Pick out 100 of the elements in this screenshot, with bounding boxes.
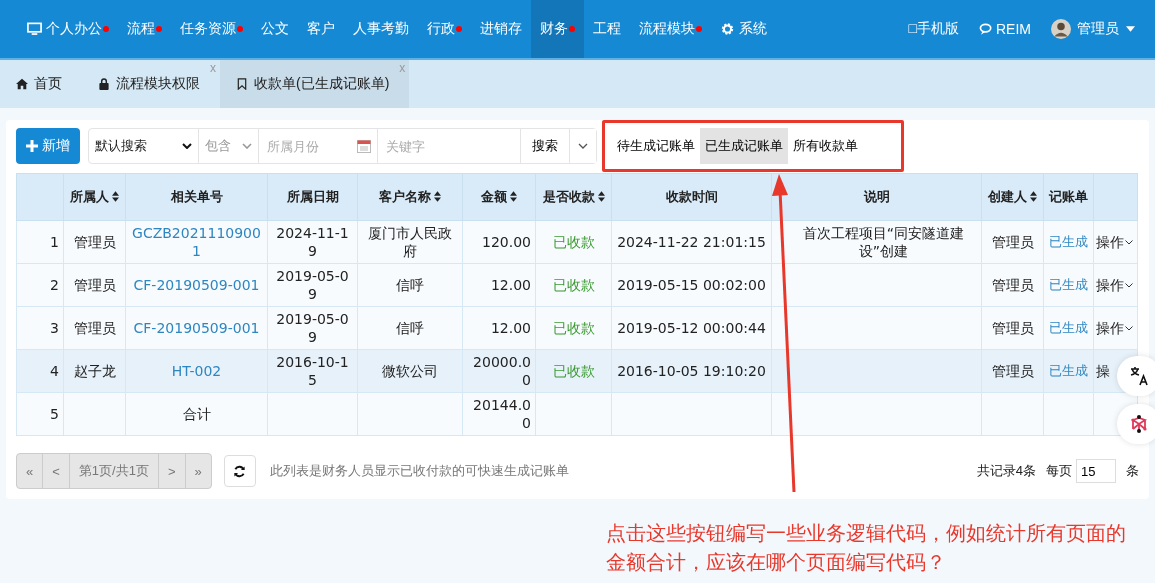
lock-icon bbox=[98, 78, 110, 90]
keyword-field[interactable]: 关键字 bbox=[384, 137, 514, 155]
table-cell: 2016-10-15 bbox=[276, 353, 349, 388]
nav-item[interactable]: 公文 bbox=[252, 0, 298, 58]
total-label: 合计 bbox=[182, 405, 211, 422]
chevron-icon bbox=[182, 143, 192, 149]
next-page-button[interactable]: > bbox=[158, 454, 186, 488]
match-select[interactable]: 包含 bbox=[199, 129, 259, 163]
table-cell: 管理员 bbox=[991, 276, 1034, 293]
column-header: 所属人 bbox=[70, 189, 109, 204]
table-cell: 管理员 bbox=[73, 233, 116, 250]
nav-item[interactable]: 流程 bbox=[118, 0, 171, 58]
table-cell: 120.00 bbox=[482, 233, 531, 250]
page-tab[interactable]: 首页 bbox=[0, 60, 82, 108]
search-type-select[interactable]: 默认搜索 bbox=[89, 129, 199, 163]
close-button[interactable]: x bbox=[399, 61, 406, 75]
column-header: 金额 bbox=[481, 189, 507, 204]
chat-icon bbox=[979, 22, 994, 36]
previous-page-button[interactable]: < bbox=[43, 454, 70, 488]
nav-item[interactable]: 任务资源 bbox=[171, 0, 252, 58]
table-cell: 信呼 bbox=[396, 319, 424, 336]
table-cell: 管理员 bbox=[991, 362, 1034, 379]
column-header: 相关单号 bbox=[170, 189, 223, 204]
table-cell: 2024-11-22 21:01:15 bbox=[617, 233, 766, 250]
nav-item[interactable]: 工程 bbox=[584, 0, 630, 58]
row-number: 5 bbox=[50, 405, 59, 422]
table-cell: 管理员 bbox=[991, 233, 1034, 250]
table-cell: 管理员 bbox=[73, 319, 116, 336]
reim-link[interactable]: REIM bbox=[979, 21, 1031, 37]
table-cell: 微软公司 bbox=[382, 362, 438, 379]
status-text: 已收款 bbox=[552, 362, 595, 379]
table-cell: 信呼 bbox=[396, 276, 424, 293]
row-number: 3 bbox=[50, 319, 59, 336]
bookmark-icon bbox=[236, 78, 248, 90]
status-text: 已收款 bbox=[552, 233, 595, 250]
sort-icon[interactable] bbox=[112, 191, 119, 202]
nav-item[interactable]: 系统 bbox=[711, 0, 776, 58]
monitor-icon bbox=[27, 22, 42, 36]
sort-icon[interactable] bbox=[1030, 191, 1037, 202]
avatar-icon bbox=[1051, 19, 1071, 39]
table-cell: 20000.00 bbox=[473, 353, 531, 388]
page-tab[interactable]: 收款单(已生成记账单) x bbox=[220, 60, 410, 108]
table-cell: 12.00 bbox=[490, 319, 531, 336]
nav-item[interactable]: 人事考勤 bbox=[344, 0, 418, 58]
page-tab[interactable]: 流程模块权限 x bbox=[82, 60, 220, 108]
nav-item[interactable]: 进销存 bbox=[471, 0, 531, 58]
nav-item[interactable]: 行政 bbox=[418, 0, 471, 58]
nav-item[interactable]: 个人办公 bbox=[18, 0, 118, 58]
list-description: 此列表是财务人员显示已收付款的可快速生成记账单 bbox=[269, 462, 569, 480]
refresh-icon bbox=[233, 464, 247, 478]
column-header: 说明 bbox=[863, 189, 890, 204]
nav-item[interactable]: 流程模块 bbox=[630, 0, 711, 58]
status-text: 已收款 bbox=[552, 319, 595, 336]
sort-icon[interactable] bbox=[597, 191, 605, 202]
column-header: 收款时间 bbox=[665, 189, 718, 204]
filter-button[interactable]: 已生成记账单 bbox=[700, 128, 788, 164]
refresh-button[interactable] bbox=[223, 455, 256, 487]
column-header: 所属日期 bbox=[286, 189, 339, 204]
table-cell: 2016-10-05 19:10:20 bbox=[617, 362, 766, 379]
column-header: 创建人 bbox=[988, 189, 1027, 204]
first-page-button[interactable]: « bbox=[17, 454, 44, 488]
settings-icon bbox=[720, 22, 735, 36]
record-count: 共记录4条 bbox=[976, 462, 1036, 480]
table-cell: 2019-05-15 00:02:00 bbox=[617, 276, 766, 293]
table-cell: 赵子龙 bbox=[73, 362, 116, 379]
page-size-label: 每页 bbox=[1046, 462, 1072, 480]
month-field[interactable]: 所属月份 bbox=[265, 137, 354, 155]
last-page-button[interactable]: » bbox=[185, 454, 211, 488]
page-indicator: 第1页/共1页 bbox=[69, 454, 159, 488]
page-size-unit: 条 bbox=[1126, 462, 1139, 480]
close-button[interactable]: x bbox=[210, 61, 216, 75]
table-cell: 12.00 bbox=[490, 276, 531, 293]
calendar-icon[interactable] bbox=[357, 139, 371, 153]
home-icon bbox=[16, 78, 28, 90]
nav-item[interactable]: 客户 bbox=[298, 0, 344, 58]
user-menu[interactable]: 管理员 bbox=[1051, 19, 1135, 39]
table-cell: 2024-11-19 bbox=[276, 224, 349, 259]
column-header: 记账单 bbox=[1049, 189, 1088, 204]
table-cell: 2019-05-12 00:00:44 bbox=[617, 319, 766, 336]
page-size-field[interactable]: 15 bbox=[1076, 459, 1116, 483]
actions-dropdown[interactable]: 操 bbox=[1096, 361, 1110, 381]
nav-item[interactable]: 财务 bbox=[531, 0, 584, 58]
annotation-text: 点击这些按钮编写一些业务逻辑代码，例如统计所有页面的金额合计，应该在哪个页面编写代码？ bbox=[606, 521, 1127, 575]
table-cell: 管理员 bbox=[991, 319, 1034, 336]
table-cell: 2019-05-09 bbox=[276, 310, 349, 345]
total-amount: 20144.00 bbox=[473, 396, 531, 431]
sort-icon[interactable] bbox=[510, 191, 517, 202]
table-cell: 2019-05-09 bbox=[276, 267, 349, 302]
row-number: 1 bbox=[50, 233, 59, 250]
sort-icon[interactable] bbox=[434, 191, 441, 202]
mobile-link[interactable]: □手机版 bbox=[908, 20, 959, 38]
chevron-icon bbox=[242, 143, 252, 149]
translate-icon bbox=[1129, 366, 1149, 386]
add-button[interactable]: 新增 bbox=[16, 128, 80, 164]
table-cell: 管理员 bbox=[73, 276, 116, 293]
chevron-icon bbox=[578, 143, 588, 149]
plus-icon bbox=[26, 140, 38, 152]
table-cell: 厦门市人民政府 bbox=[368, 224, 452, 259]
column-header: 客户名称 bbox=[379, 189, 431, 204]
row-number: 2 bbox=[50, 276, 59, 293]
